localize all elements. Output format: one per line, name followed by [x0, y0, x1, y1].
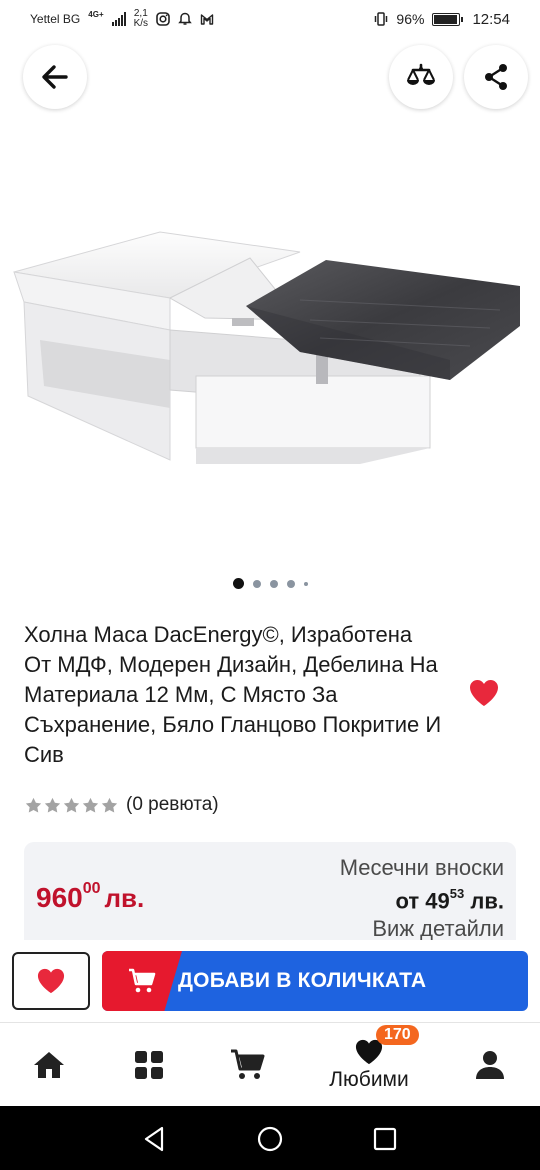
cart-section [102, 951, 182, 1011]
add-to-cart-button[interactable]: ДОБАВИ В КОЛИЧКАТА [102, 951, 528, 1011]
favorite-heart-icon[interactable] [468, 678, 500, 708]
cart-bar: ДОБАВИ В КОЛИЧКАТА [0, 940, 540, 1022]
arrow-left-icon [42, 65, 68, 89]
status-right: 96% 12:54 [374, 11, 510, 28]
system-home-icon[interactable] [255, 1124, 285, 1154]
signal-icon [111, 12, 126, 26]
share-button[interactable] [464, 45, 528, 109]
status-bar: Yettel BG 4G+ 2,1 K/s 96% 12:54 [0, 0, 540, 38]
carousel-dot-active[interactable] [232, 578, 244, 589]
clock: 12:54 [472, 10, 510, 28]
nav-favorites[interactable]: Любими 170 [318, 1023, 420, 1107]
heart-icon [37, 968, 65, 994]
battery-icon [432, 12, 464, 26]
installments-title: Месечни вноски [339, 855, 504, 880]
nav-cart[interactable] [228, 1023, 268, 1107]
system-back-icon[interactable] [140, 1124, 170, 1154]
cart-icon [231, 1049, 265, 1079]
net-speed: 2,1 K/s [134, 9, 148, 29]
nav-home[interactable] [30, 1023, 68, 1107]
carousel-dots [0, 578, 540, 589]
carrier-name: Yettel BG [30, 12, 81, 26]
product-image[interactable] [0, 200, 540, 500]
carousel-dot[interactable] [252, 579, 261, 588]
gmail-icon [200, 14, 214, 25]
nav-profile[interactable] [472, 1023, 508, 1107]
installments-currency: лв. [470, 888, 504, 914]
system-recents-icon[interactable] [370, 1124, 400, 1154]
installments-prefix: от [395, 888, 420, 914]
cart-icon [129, 968, 156, 993]
add-to-favorites-button[interactable] [12, 952, 90, 1010]
back-button[interactable] [23, 45, 87, 109]
compare-button[interactable] [389, 45, 453, 109]
price-currency: лв. [104, 883, 145, 913]
vibrate-icon [375, 12, 388, 26]
net-speed-unit: K/s [133, 18, 149, 29]
price-main: 960 [36, 882, 83, 913]
user-icon [476, 1051, 504, 1079]
price-cents: 00 [82, 879, 101, 897]
star-icon [82, 797, 99, 813]
product-title: Холна Маса DacEnergy©, Изработена От МДФ… [24, 622, 442, 767]
carousel-dot[interactable] [269, 579, 278, 588]
favorites-count-badge: 170 [376, 1025, 419, 1045]
star-icon [63, 797, 80, 813]
carousel-dot[interactable] [303, 581, 308, 586]
price: 96000 лв. [36, 879, 145, 914]
star-icon [44, 797, 61, 813]
rating[interactable]: (0 ревюта) [25, 794, 219, 816]
battery-percent: 96% [396, 11, 425, 27]
android-navigation-bar [0, 1106, 540, 1170]
add-to-cart-label: ДОБАВИ В КОЛИЧКАТА [178, 969, 427, 992]
star-icon [25, 797, 42, 813]
carousel-dot[interactable] [286, 579, 295, 588]
review-count[interactable]: (0 ревюта) [126, 794, 219, 816]
nav-favorites-label: Любими [329, 1068, 409, 1091]
nav-categories[interactable] [130, 1023, 168, 1107]
grid-icon [135, 1051, 163, 1079]
installments-main: 49 [425, 888, 450, 914]
instagram-icon [156, 12, 170, 26]
status-left: Yettel BG 4G+ 2,1 K/s [30, 9, 214, 29]
home-icon [34, 1052, 64, 1078]
price-box: 96000 лв. Месечни вноски от 4953 лв. Виж … [24, 842, 516, 952]
installments-cents: 53 [449, 886, 465, 901]
installments-amount: от 4953 лв. [340, 882, 505, 915]
bell-icon [178, 12, 192, 25]
bottom-nav: Любими 170 [0, 1022, 540, 1106]
stars [25, 797, 118, 814]
network-type: 4G+ [88, 9, 104, 19]
share-icon [485, 64, 507, 90]
installments[interactable]: Месечни вноски от 4953 лв. Виж детайли [340, 854, 504, 943]
star-icon [101, 797, 118, 813]
scales-icon [407, 63, 435, 85]
